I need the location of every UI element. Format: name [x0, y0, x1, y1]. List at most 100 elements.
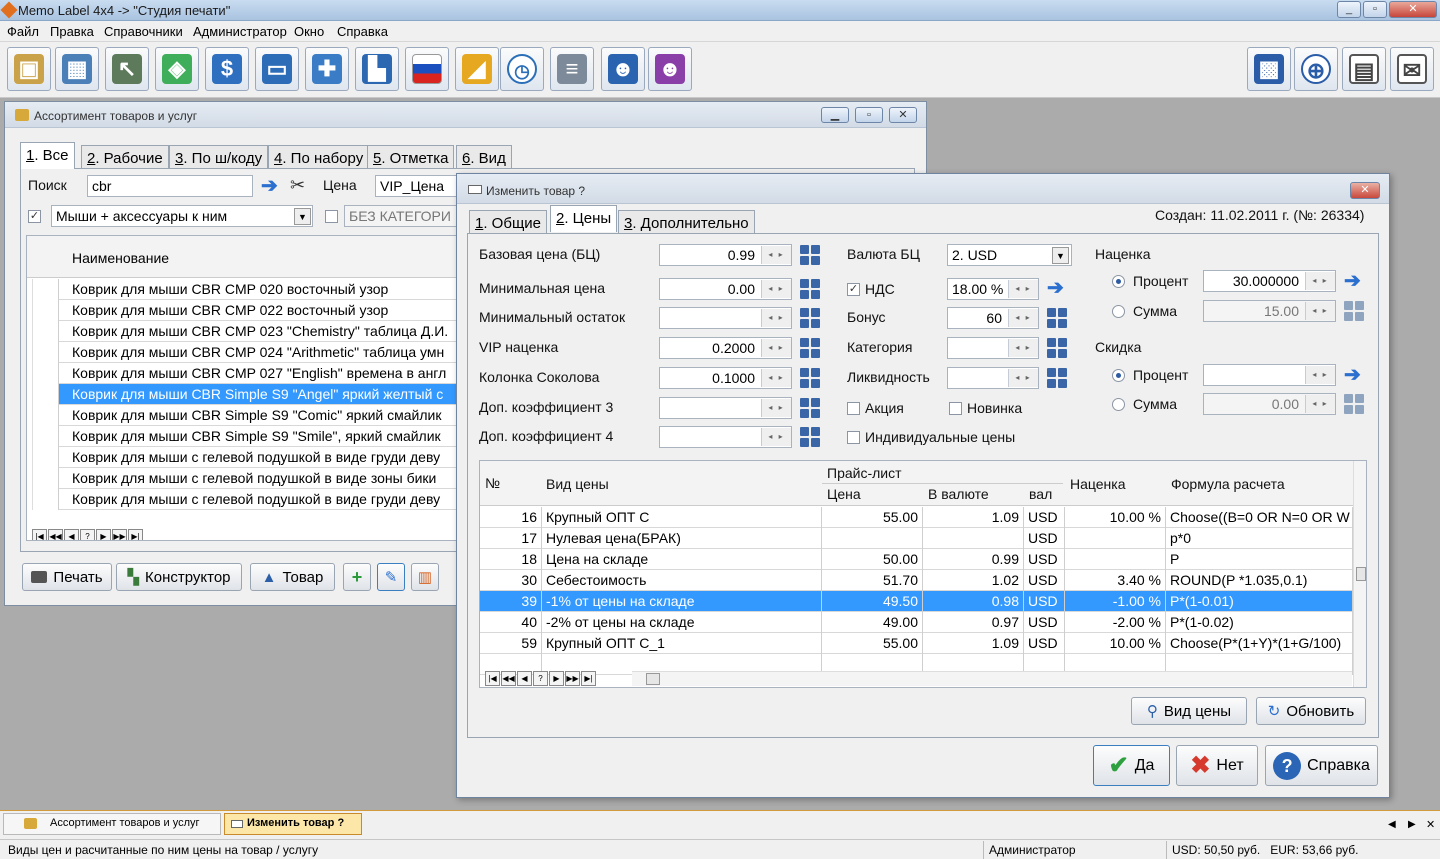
individual-checkbox[interactable]	[847, 431, 860, 444]
row-indicator[interactable]	[27, 363, 59, 384]
col-in-currency[interactable]: В валюте	[928, 486, 989, 502]
first-icon[interactable]: |◀	[485, 671, 500, 686]
vat-checkbox[interactable]: ✓	[847, 283, 860, 296]
discount-percent-input[interactable]: ◂ ▸	[1203, 364, 1336, 386]
price-row[interactable]: 17 Нулевая цена(БРАК) USD p*0	[480, 528, 1353, 549]
help-icon[interactable]: ?	[533, 671, 548, 686]
assortment-close[interactable]: ✕	[889, 107, 917, 123]
price-row[interactable]: 30 Себестоимость 51.70 1.02 USD 3.40 % ROUND(P…	[480, 570, 1353, 591]
table-row[interactable]: Коврик для мыши CBR CMP 023 "Chemistry" …	[27, 321, 465, 342]
calculator-icon[interactable]	[1344, 301, 1364, 321]
table-row[interactable]: Коврик для мыши CBR CMP 020 восточный уз…	[27, 279, 465, 300]
assortment-minimize[interactable]: ▁	[821, 107, 849, 123]
liquidity-spinner[interactable]: ◂ ▸	[1008, 369, 1038, 387]
prev-page-icon[interactable]: ◀◀	[48, 529, 63, 540]
prev-page-icon[interactable]: ◀◀	[501, 671, 516, 686]
base-price-input[interactable]: 0.99 ◂ ▸	[659, 244, 792, 266]
sokolov-input[interactable]: 0.1000 ◂ ▸	[659, 367, 792, 389]
dialog-close-button[interactable]: ✕	[1350, 182, 1380, 199]
table-row[interactable]: Коврик для мыши с гелевой подушкой в вид…	[27, 447, 465, 468]
tab-prices[interactable]: 2. Цены	[550, 205, 618, 232]
category-select[interactable]: Мыши + аксессуары к ним	[51, 205, 313, 227]
row-indicator[interactable]	[27, 342, 59, 363]
price-row[interactable]: 16 Крупный ОПТ С 55.00 1.09 USD 10.00 % Choose…	[480, 507, 1353, 528]
coef3-input[interactable]: ◂ ▸	[659, 397, 792, 419]
clock-icon[interactable]: ◷	[500, 47, 544, 91]
last-icon[interactable]: ▶|	[128, 529, 143, 540]
tab-set[interactable]: 4. По набору	[268, 145, 370, 169]
constructor-button[interactable]: ▚ Конструктор	[116, 563, 242, 591]
min-price-input[interactable]: 0.00 ◂ ▸	[659, 278, 792, 300]
calculator-icon[interactable]	[800, 338, 820, 358]
table-row[interactable]: Коврик для мыши CBR CMP 022 восточный уз…	[27, 300, 465, 321]
scissors-icon[interactable]: ✂	[290, 175, 305, 196]
calculator-icon[interactable]	[800, 427, 820, 447]
category-input[interactable]: ◂ ▸	[947, 337, 1039, 359]
table-row[interactable]: Коврик для мыши CBR CMP 027 "English" вр…	[27, 363, 465, 384]
category-checkbox[interactable]: ✓	[28, 210, 41, 223]
server-icon[interactable]: ≡	[550, 47, 594, 91]
price-select[interactable]: VIP_Цена	[375, 175, 465, 197]
price-row[interactable]: 39 -1% от цены на складе 49.50 0.98 USD -1.00…	[480, 591, 1353, 612]
delete-button[interactable]: ▥	[411, 563, 439, 591]
horizontal-scrollbar[interactable]	[632, 671, 1352, 686]
assortment-restore[interactable]: ▫	[855, 107, 883, 123]
print-button[interactable]: Печать	[22, 563, 112, 591]
col-no[interactable]: №	[485, 475, 500, 491]
row-indicator[interactable]	[27, 426, 59, 447]
row-indicator[interactable]	[27, 489, 59, 510]
row-indicator[interactable]	[27, 468, 59, 489]
factory-icon[interactable]: ▙	[355, 47, 399, 91]
mail-icon[interactable]: ✉	[1390, 47, 1434, 91]
markup-percent-radio[interactable]	[1112, 275, 1125, 288]
gift-icon[interactable]: ✚	[305, 47, 349, 91]
chevron-down-icon[interactable]: ▼	[1052, 247, 1069, 264]
discount-percent-spinner[interactable]: ◂ ▸	[1305, 366, 1335, 384]
price-row[interactable]: 18 Цена на складе 50.00 0.99 USD P	[480, 549, 1353, 570]
help-button[interactable]: ? Справка	[1265, 745, 1378, 786]
table-row[interactable]: Коврик для мыши CBR CMP 024 "Arithmetic"…	[27, 342, 465, 363]
help-icon[interactable]: ?	[80, 529, 95, 540]
price-type-button[interactable]: ⚲ Вид цены	[1131, 697, 1247, 725]
calculator-icon[interactable]	[1344, 394, 1364, 414]
next-page-icon[interactable]: ▶▶	[565, 671, 580, 686]
markup-sum-radio[interactable]	[1112, 305, 1125, 318]
tag-icon[interactable]: ◈	[155, 47, 199, 91]
edit-button[interactable]: ✎	[377, 563, 405, 591]
price-row[interactable]: 59 Крупный ОПТ С_1 55.00 1.09 USD 10.00 % Choo…	[480, 633, 1353, 654]
product-button[interactable]: ▲ Товар	[250, 563, 335, 591]
coef4-spinner[interactable]: ◂ ▸	[761, 428, 791, 446]
next-icon[interactable]: ▶	[549, 671, 564, 686]
col-name-header[interactable]: Наименование	[72, 250, 169, 266]
taskbar-item-assortment[interactable]: Ассортимент товаров и услуг	[3, 813, 221, 835]
dollar-icon[interactable]: $	[205, 47, 249, 91]
maximize-button[interactable]: ▫	[1363, 1, 1387, 18]
calculator-icon[interactable]	[1047, 308, 1067, 328]
tab-barcode[interactable]: 3. По ш/коду	[169, 145, 269, 169]
price-navigator[interactable]: |◀ ◀◀ ◀? ▶ ▶▶ ▶|	[485, 671, 596, 687]
box-icon[interactable]: ▣	[7, 47, 51, 91]
calculator-icon[interactable]	[800, 245, 820, 265]
search-go-icon[interactable]: ➔	[261, 176, 278, 196]
calculator-icon[interactable]	[800, 308, 820, 328]
coef3-spinner[interactable]: ◂ ▸	[761, 399, 791, 417]
row-indicator[interactable]	[27, 279, 59, 300]
arrow-right-icon[interactable]: ➔	[1344, 271, 1361, 291]
table-row[interactable]: Коврик для мыши CBR Simple S9 "Comic" яр…	[27, 405, 465, 426]
col-formula[interactable]: Формула расчета	[1171, 476, 1285, 492]
nocat-field[interactable]: БЕЗ КАТЕГОРИ	[344, 205, 464, 227]
markup-percent-input[interactable]: 30.000000 ◂ ▸	[1203, 270, 1336, 292]
tv-icon[interactable]: ▭	[255, 47, 299, 91]
discount-sum-radio[interactable]	[1112, 398, 1125, 411]
chip-icon[interactable]: ▩	[1247, 47, 1291, 91]
row-indicator[interactable]	[27, 447, 59, 468]
row-indicator[interactable]	[27, 384, 59, 405]
row-indicator[interactable]	[27, 300, 59, 321]
message-icon[interactable]: ▤	[1342, 47, 1386, 91]
calculator-icon[interactable]	[800, 368, 820, 388]
globe-icon[interactable]: ⊕	[1294, 47, 1338, 91]
table-row[interactable]: Коврик для мыши CBR Simple S9 "Angel" яр…	[27, 384, 465, 405]
bonus-spinner[interactable]: ◂ ▸	[1008, 309, 1038, 327]
arrow-right-icon[interactable]: ➔	[1344, 365, 1361, 385]
next-page-icon[interactable]: ▶▶	[112, 529, 127, 540]
